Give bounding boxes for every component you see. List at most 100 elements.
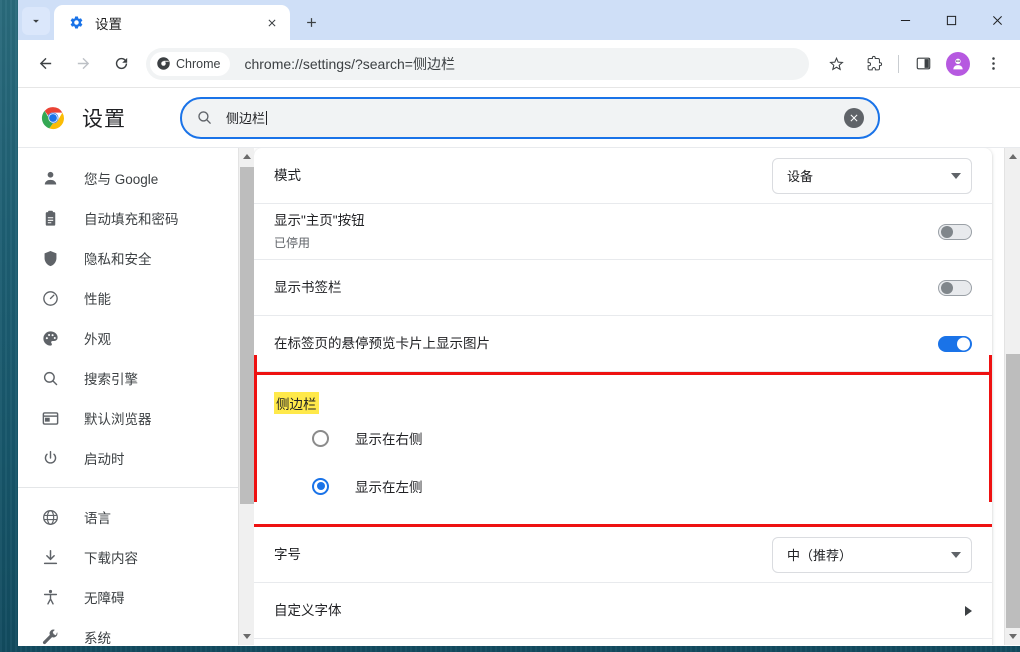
clear-icon [850, 114, 858, 121]
power-icon [40, 448, 60, 468]
toggle-switch[interactable] [938, 223, 972, 240]
scroll-down-arrow [1009, 634, 1017, 639]
sidebar-item-5[interactable]: 搜索引擎 [18, 358, 254, 398]
globe-icon [40, 507, 60, 527]
content-scroll-up-button[interactable] [1005, 148, 1020, 165]
toggle-knob [957, 337, 970, 350]
search-input[interactable]: 侧边栏 [226, 108, 844, 127]
scroll-up-arrow [1009, 154, 1017, 159]
content-scrollbar[interactable] [1004, 148, 1020, 645]
settings-row[interactable]: 自定义字体 [254, 583, 992, 639]
sidebar-item-0[interactable]: 您与 Google [18, 158, 254, 198]
sidebar-scroll-down-button[interactable] [239, 628, 254, 645]
group-title-sidebar: 侧边栏 [274, 392, 319, 414]
sidebar-item-1[interactable]: 自动填充和密码 [18, 198, 254, 238]
sidebar-item-label: 搜索引擎 [84, 372, 138, 387]
settings-row-label: 显示书签栏 [274, 279, 342, 295]
settings-row[interactable]: 在标签页的悬停预览卡片上显示图片 [254, 316, 992, 372]
sidebar-item-label: 自动填充和密码 [84, 212, 179, 227]
dropdown-main.rows.0[interactable]: 设备 [772, 157, 972, 194]
settings-row-label: 模式 [274, 167, 301, 183]
settings-row-label-block: 显示"主页"按钮 已停用 [274, 211, 938, 253]
radio-button[interactable] [312, 429, 329, 447]
browser-tab-settings[interactable]: 设置 [54, 5, 290, 40]
close-icon [992, 15, 1002, 25]
maximize-button[interactable] [928, 0, 974, 40]
settings-sidebar: 您与 Google 自动填充和密码隐私和安全 性能外观搜索引擎默认浏览器启动时语言下… [18, 148, 254, 645]
sidebar-position-option-1[interactable]: 显示在左侧 [254, 462, 992, 510]
toggle-knob [941, 225, 953, 238]
minimize-button[interactable] [882, 0, 928, 40]
person-icon [40, 168, 60, 188]
settings-row[interactable]: 显示书签栏 [254, 260, 992, 316]
search-icon [40, 368, 60, 388]
settings-row-label-block: 自定义字体 [274, 601, 965, 621]
sidebar-item-103[interactable]: 系统 [18, 617, 254, 645]
tab-title: 设置 [95, 16, 122, 32]
radio-label: 显示在右侧 [355, 432, 423, 447]
settings-row[interactable]: 字号 中（推荐） [254, 527, 992, 583]
download-icon [40, 547, 60, 567]
extensions-button[interactable] [858, 48, 890, 80]
sidebar-scrollbar[interactable] [238, 148, 254, 645]
toggle-switch[interactable] [938, 279, 972, 296]
sidebar-item-102[interactable]: 无障碍 [18, 577, 254, 617]
settings-row[interactable]: 显示"主页"按钮 已停用 [254, 204, 992, 260]
sidebar-scroll-up-button[interactable] [239, 148, 254, 165]
clipboard-icon [40, 208, 60, 228]
toggle-switch[interactable] [938, 335, 972, 352]
content-scroll-down-button[interactable] [1005, 628, 1020, 645]
accessibility-icon [40, 587, 60, 607]
sidebar-item-100[interactable]: 语言 [18, 497, 254, 537]
radio-label: 显示在左侧 [355, 480, 423, 495]
tab-close-button[interactable] [262, 13, 282, 33]
sidebar-item-label: 默认浏览器 [84, 412, 152, 427]
side-panel-button[interactable] [907, 48, 939, 80]
profile-avatar[interactable] [946, 51, 970, 76]
gear-icon [68, 14, 85, 31]
settings-body: 您与 Google 自动填充和密码隐私和安全 性能外观搜索引擎默认浏览器启动时语言下… [18, 148, 1020, 645]
address-bar[interactable]: Chrome chrome://settings/?search=侧边栏 [146, 47, 809, 80]
settings-row[interactable]: 网页缩放100% [254, 639, 992, 645]
sidebar-item-101[interactable]: 下载内容 [18, 537, 254, 577]
settings-row-label: 自定义字体 [274, 602, 342, 618]
back-button[interactable] [29, 48, 61, 80]
forward-button[interactable] [67, 48, 99, 80]
settings-row[interactable]: 模式 设备 [254, 148, 992, 204]
sidebar-item-2[interactable]: 隐私和安全 [18, 238, 254, 278]
sidebar-scrollbar-thumb[interactable] [240, 167, 254, 504]
sidebar-divider [18, 487, 254, 488]
toggle-knob [941, 281, 953, 294]
dropdown-value: 中（推荐） [787, 548, 853, 563]
sidebar-item-4[interactable]: 外观 [18, 318, 254, 358]
settings-row-sublabel: 已停用 [274, 235, 311, 250]
settings-search-box[interactable]: 侧边栏 [180, 96, 880, 139]
radio-button[interactable] [312, 477, 329, 495]
chrome-menu-button[interactable] [977, 48, 1009, 80]
settings-header: 设置 侧边栏 [18, 88, 1020, 148]
arrow-back-icon [39, 57, 51, 70]
chevron-down-icon [951, 172, 961, 179]
dropdown-value: 设备 [787, 169, 814, 184]
sidebar-item-3[interactable]: 性能 [18, 278, 254, 318]
dropdown-main.rows_after.0[interactable]: 中（推荐） [772, 536, 972, 573]
settings-card: 模式 设备显示"主页"按钮 已停用显示书签栏在标签页的悬停预览卡片上显示图片 侧边栏… [254, 148, 992, 645]
sidebar-item-label: 外观 [84, 332, 111, 347]
scroll-up-arrow [243, 154, 251, 159]
bookmark-button[interactable] [820, 48, 852, 80]
tab-search-button[interactable] [22, 7, 50, 35]
reload-button[interactable] [105, 48, 137, 80]
toolbar-divider [898, 54, 899, 73]
scroll-down-arrow [243, 634, 251, 639]
settings-row-label-block: 在标签页的悬停预览卡片上显示图片 [274, 334, 938, 354]
sidebar-position-option-0[interactable]: 显示在右侧 [254, 414, 992, 462]
clear-search-button[interactable] [844, 107, 864, 128]
new-tab-button[interactable] [296, 7, 326, 37]
close-button[interactable] [974, 0, 1020, 40]
content-scrollbar-thumb[interactable] [1006, 354, 1020, 638]
chevron-right-icon[interactable] [965, 605, 972, 616]
search-icon [196, 109, 213, 126]
sidebar-item-6[interactable]: 默认浏览器 [18, 398, 254, 438]
sidebar-item-7[interactable]: 启动时 [18, 438, 254, 478]
star-icon [828, 56, 844, 71]
